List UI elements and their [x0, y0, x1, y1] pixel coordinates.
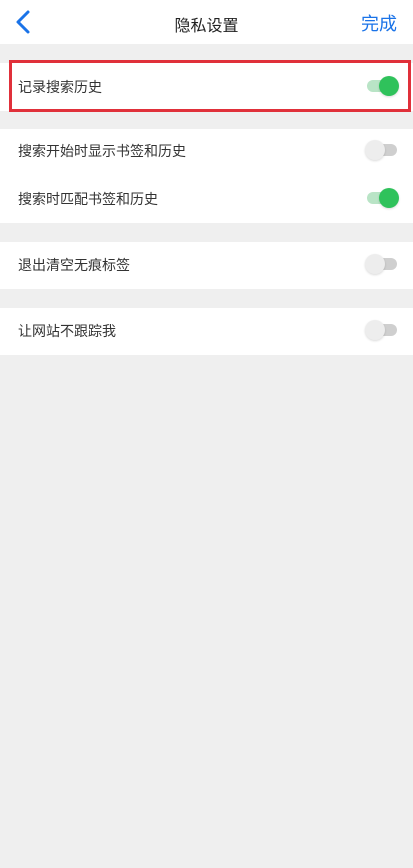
- highlight-box: [9, 60, 411, 112]
- setting-label: 让网站不跟踪我: [18, 324, 116, 340]
- setting-row-clear-incognito-tabs[interactable]: 退出清空无痕标签: [0, 243, 413, 287]
- toggle-knob: [365, 320, 385, 340]
- setting-label: 搜索开始时显示书签和历史: [18, 144, 186, 160]
- setting-row-show-bookmarks-history[interactable]: 搜索开始时显示书签和历史: [0, 129, 413, 173]
- navigation-bar: 隐私设置 完成: [0, 0, 413, 44]
- toggle-knob: [365, 140, 385, 160]
- show-bookmarks-history-toggle[interactable]: [365, 140, 399, 160]
- settings-group-tracking: 让网站不跟踪我: [0, 308, 413, 355]
- do-not-track-toggle[interactable]: [365, 320, 399, 340]
- page-title: 隐私设置: [174, 16, 239, 35]
- toggle-knob: [365, 254, 385, 274]
- setting-label: 搜索时匹配书签和历史: [18, 192, 158, 208]
- setting-row-do-not-track[interactable]: 让网站不跟踪我: [0, 309, 413, 353]
- setting-label: 退出清空无痕标签: [18, 258, 130, 274]
- settings-group-bookmarks: 搜索开始时显示书签和历史 搜索时匹配书签和历史: [0, 129, 413, 223]
- toggle-knob: [379, 188, 399, 208]
- settings-group-incognito: 退出清空无痕标签: [0, 242, 413, 289]
- clear-incognito-tabs-toggle[interactable]: [365, 254, 399, 274]
- setting-row-match-bookmarks-history[interactable]: 搜索时匹配书签和历史: [0, 177, 413, 221]
- match-bookmarks-history-toggle[interactable]: [365, 188, 399, 208]
- done-button[interactable]: 完成: [361, 10, 397, 36]
